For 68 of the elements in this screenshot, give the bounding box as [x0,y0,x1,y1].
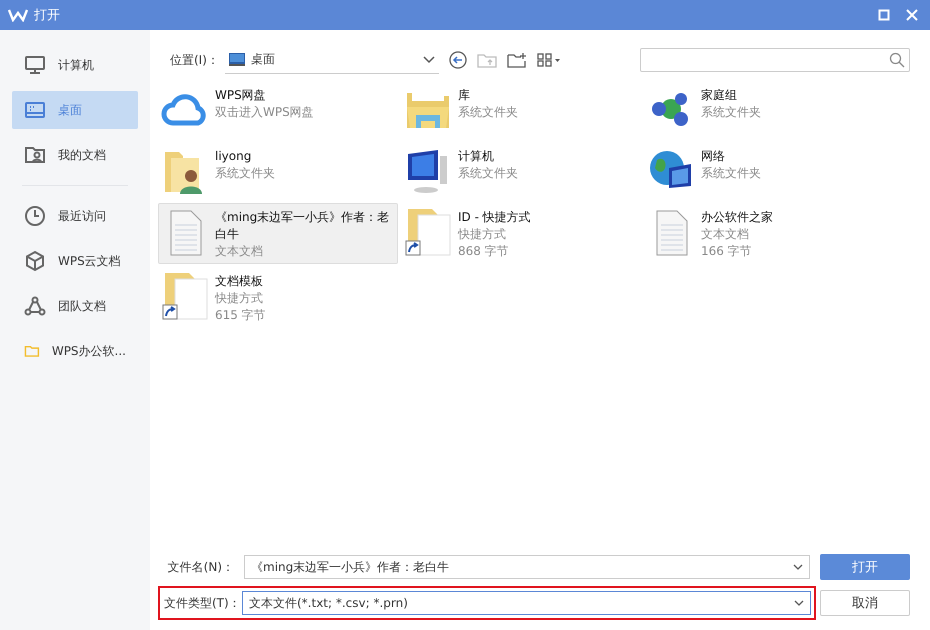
file-name-label: 文件名(N)： [166,558,234,576]
close-icon[interactable] [906,9,918,21]
sidebar-item[interactable]: 团队文档 [12,287,138,325]
file-name: 文档模板 [215,273,264,290]
file-detail: 快捷方式 [215,290,264,307]
file-detail: 615 字节 [215,307,266,324]
window-title: 打开 [34,7,60,24]
file-detail: 系统文件夹 [701,104,761,121]
cancel-button[interactable]: 取消 [820,590,910,616]
desktop-icon [228,53,245,66]
file-name-field[interactable]: 《ming末边军一小兵》作者：老白牛 [244,555,810,579]
location-dropdown[interactable]: 桌面 [224,46,439,74]
file-item[interactable]: 计算机 系统文件夹 [401,142,641,200]
file-name: 办公软件之家 [701,209,773,226]
file-detail: 系统文件夹 [215,165,275,182]
file-name: ID - 快捷方式 [458,209,531,226]
file-item[interactable]: WPS网盘 双击进入WPS网盘 [158,81,398,139]
back-icon[interactable] [448,51,467,69]
sidebar-item[interactable]: 计算机 [12,46,138,84]
file-item[interactable]: 网络 系统文件夹 [644,142,884,200]
cube-icon [24,250,46,272]
wps-logo-icon [8,8,28,22]
location-label: 位置(I)： [170,52,219,68]
sidebar-item[interactable]: 我的文档 [12,136,138,174]
file-name: 《ming末边军一小兵》作者：老白牛 [215,209,390,243]
file-detail: 快捷方式 [458,226,507,243]
file-item[interactable]: liyong 系统文件夹 [158,142,398,200]
desktop-icon [24,99,46,121]
file-item[interactable]: 家庭组 系统文件夹 [644,81,884,139]
file-item[interactable]: 库 系统文件夹 [401,81,641,139]
file-detail: 双击进入WPS网盘 [215,104,314,121]
file-type-dropdown[interactable]: 文本文件(*.txt; *.csv; *.prn) [242,591,811,615]
new-folder-icon[interactable] [506,52,527,68]
file-name: 网络 [701,148,726,165]
file-detail: 868 字节 [458,243,510,260]
file-item[interactable]: ID - 快捷方式 快捷方式 868 字节 [401,203,641,264]
file-name: WPS网盘 [215,87,267,104]
file-item[interactable]: 办公软件之家 文本文档 166 字节 [644,203,884,264]
file-detail: 文本文档 [215,243,264,260]
maximize-icon[interactable] [878,9,890,21]
file-detail: 文本文档 [701,226,750,243]
file-name: 计算机 [458,148,495,165]
file-detail: 系统文件夹 [458,104,518,121]
file-item[interactable]: 文档模板 快捷方式 615 字节 [158,267,398,328]
view-grid-icon[interactable] [536,53,561,67]
sidebar-item[interactable]: WPS办公软... [12,332,138,370]
file-detail: 系统文件夹 [701,165,761,182]
file-detail: 系统文件夹 [458,165,518,182]
chevron-down-icon [422,56,435,64]
parent-folder-icon[interactable] [476,52,497,68]
team-icon [24,295,46,317]
file-item[interactable]: 《ming末边军一小兵》作者：老白牛 文本文档 [158,203,398,264]
search-field[interactable] [640,48,910,72]
file-name: liyong [215,148,252,165]
file-name: 库 [458,87,471,104]
sidebar-item[interactable]: 最近访问 [12,197,138,235]
folder-person-icon [24,144,46,166]
file-detail: 166 字节 [701,243,753,260]
shortcut-folder-icon [404,207,452,257]
chevron-down-icon [793,564,803,570]
file-type-label: 文件类型(T)： [164,594,240,612]
chevron-down-icon [794,600,804,606]
search-icon [889,52,905,68]
file-name: 家庭组 [701,87,738,104]
clock-icon [24,205,46,227]
sidebar-item[interactable]: WPS云文档 [12,242,138,280]
computer-icon [24,54,46,76]
shortcut-folder-icon [161,271,209,321]
